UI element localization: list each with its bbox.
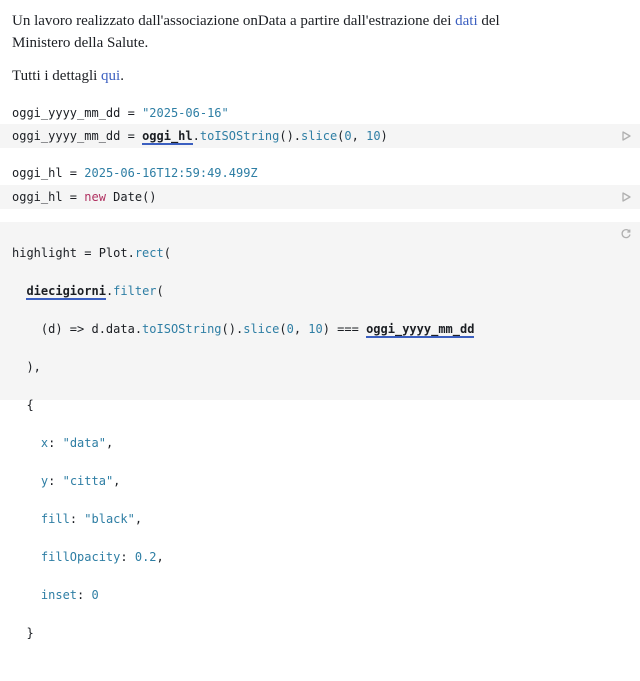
play-icon[interactable] (620, 130, 632, 142)
cell1-output-eq: = (120, 106, 143, 120)
cell1-code-ref[interactable]: oggi_hl (142, 129, 193, 145)
code-line: fillOpacity: 0.2, (40, 550, 164, 564)
refresh-icon[interactable] (620, 228, 632, 240)
cell1-code-close: ) (380, 129, 388, 143)
intro-text-line2: Ministero della Salute. (12, 35, 149, 51)
code-line: (d) => d.data.toISOString().slice(0, 10)… (12, 322, 475, 338)
code-line: diecigiorni.filter( (26, 284, 164, 300)
cell2-code-keyword: new (84, 190, 106, 204)
cell1-code-dot: . (192, 129, 200, 143)
cell1-code-name: oggi_yyyy_mm_dd (12, 129, 121, 143)
cell2-output-value: 2025-06-16T12:59:49.499Z (84, 166, 258, 180)
cell3-code[interactable]: highlight = Plot.rect( diecigiorni.filte… (12, 225, 475, 681)
cell1-output-name: oggi_yyyy_mm_dd (12, 106, 121, 120)
oggi-yyyy-mm-dd-ref[interactable]: oggi_yyyy_mm_dd (366, 322, 475, 338)
details-paragraph: Tutti i dettagli qui. (12, 65, 612, 87)
intro-text-cont: del (481, 13, 500, 29)
play-icon[interactable] (620, 191, 632, 203)
cell1-output: oggi_yyyy_mm_dd = "2025-06-16" (12, 106, 229, 120)
code-line: { (12, 398, 34, 412)
details-text: Tutti i dettagli (12, 68, 98, 84)
intro-text: Un lavoro realizzato dall'associazione o… (12, 13, 452, 29)
cell2-output: oggi_hl = 2025-06-16T12:59:49.499Z (12, 166, 258, 180)
cell2-code-name: oggi_hl (12, 190, 63, 204)
code-line: highlight = Plot.rect( (12, 246, 171, 260)
diecigiorni-ref[interactable]: diecigiorni (26, 284, 106, 300)
cell1-code-cell[interactable]: oggi_yyyy_mm_dd = oggi_hl.toISOString().… (0, 124, 640, 148)
code-line: } (12, 626, 34, 640)
cell1-code-comma: , (351, 129, 367, 143)
cell2-output-name: oggi_hl (12, 166, 63, 180)
code-line: x: "data", (40, 436, 114, 450)
dati-link[interactable]: dati (455, 13, 478, 29)
code-line: ), (12, 360, 41, 374)
cell1-output-value: "2025-06-16" (142, 106, 229, 120)
cell1-code-method1: toISOString (199, 129, 280, 143)
cell1-code-method2: slice (301, 129, 338, 143)
intro-paragraph: Un lavoro realizzato dall'associazione o… (12, 10, 612, 54)
cell1-code-arg1: 0 (344, 129, 352, 143)
details-period: . (120, 68, 124, 84)
cell3-code-cell[interactable]: highlight = Plot.rect( diecigiorni.filte… (0, 222, 640, 640)
cell1-code-arg2: 10 (366, 129, 381, 143)
cell1-code[interactable]: oggi_yyyy_mm_dd = oggi_hl.toISOString().… (12, 127, 388, 146)
code-line: fill: "black", (40, 512, 143, 526)
cell1-code-eq: = (120, 129, 143, 143)
cell2-code-rest: Date() (105, 190, 157, 204)
cell2-output-eq: = (62, 166, 85, 180)
cell2-code[interactable]: oggi_hl = new Date() (12, 188, 157, 207)
cell2-code-eq: = (62, 190, 85, 204)
code-line: y: "citta", (40, 474, 121, 488)
cell2-code-cell[interactable]: oggi_hl = new Date() (0, 185, 640, 209)
qui-link[interactable]: qui (101, 68, 120, 84)
code-line: inset: 0 (40, 588, 99, 602)
cell1-code-paren1: (). (279, 129, 302, 143)
